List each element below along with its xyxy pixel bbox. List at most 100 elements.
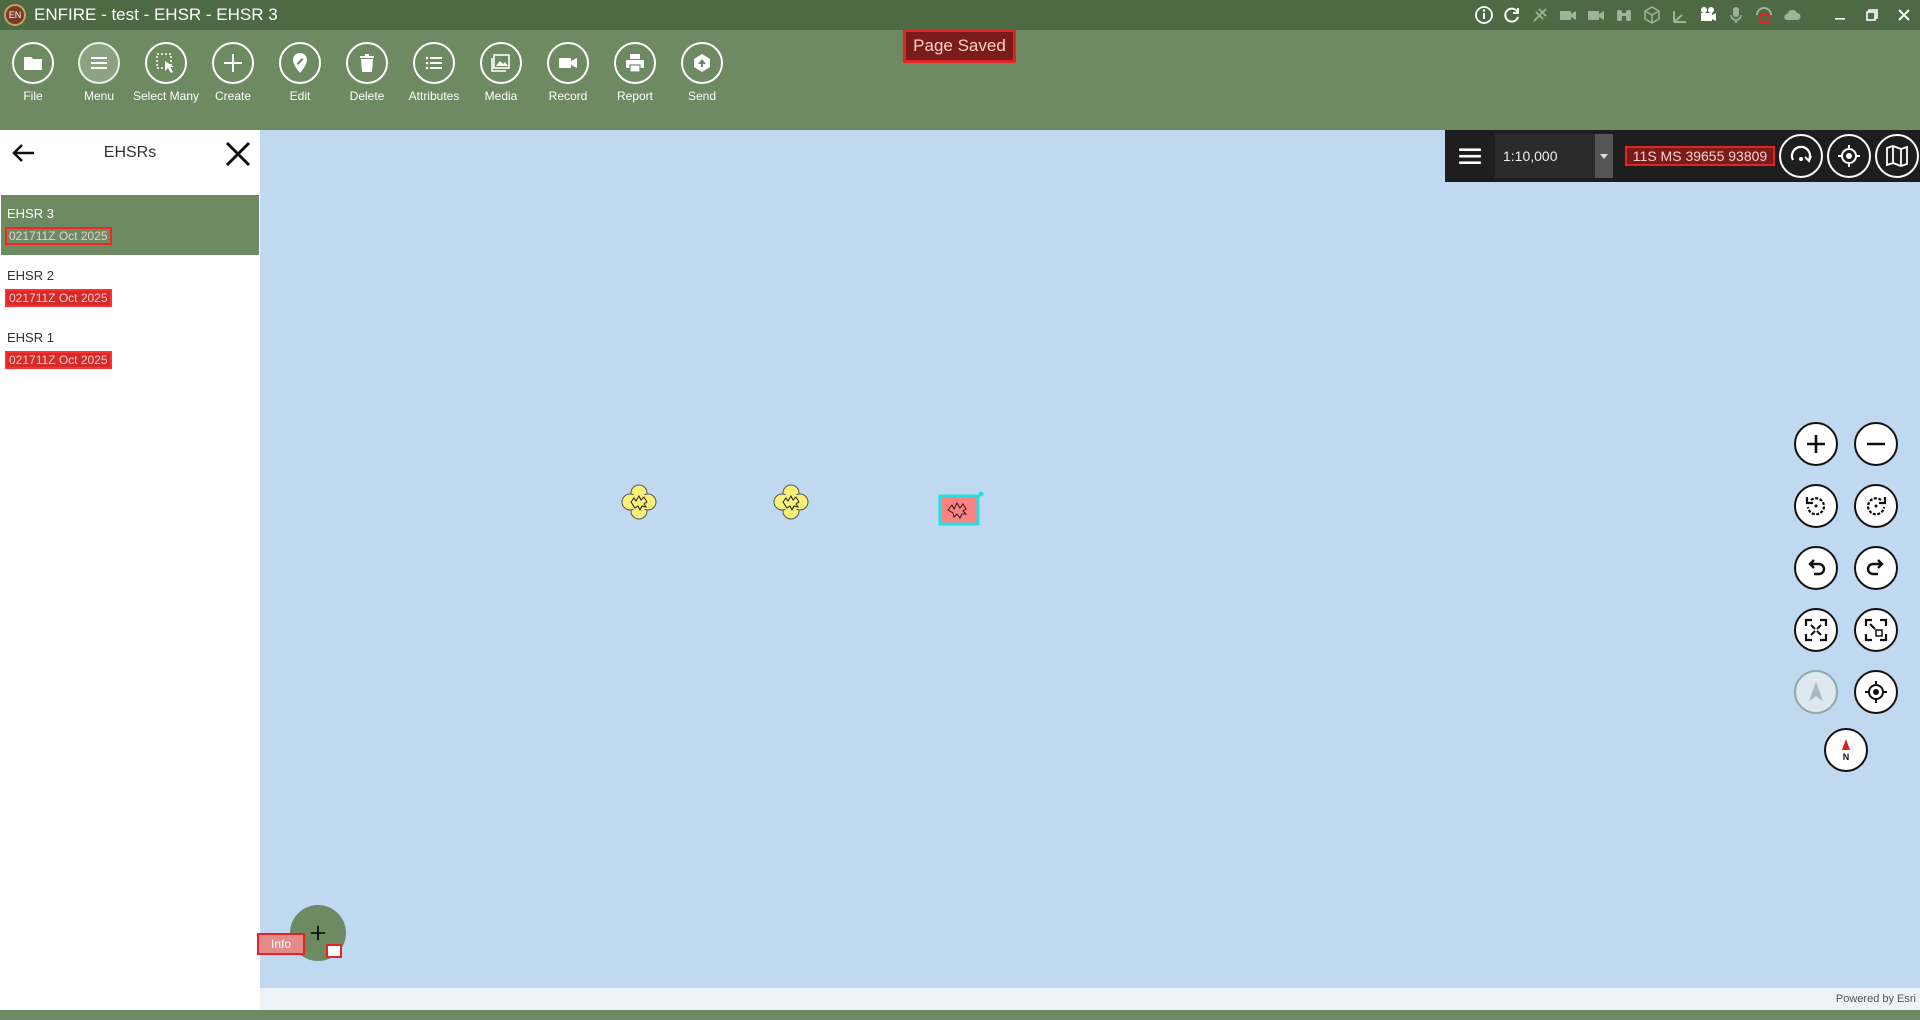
refresh-icon[interactable]: [1498, 3, 1526, 27]
chevron-down-icon: [1600, 154, 1608, 159]
expand-layer-icon: [1864, 618, 1888, 642]
edit-button[interactable]: Edit: [267, 42, 333, 103]
crosshair-icon: [1838, 145, 1860, 167]
sidebar-title: EHSRs: [103, 144, 157, 161]
rotate-cw-icon: [1866, 497, 1887, 516]
rotate-reset-button[interactable]: [1779, 134, 1823, 178]
media-button[interactable]: Media: [468, 42, 534, 103]
cube-icon[interactable]: [1638, 3, 1666, 27]
rotate-right-button[interactable]: [1854, 484, 1898, 528]
bottom-status-bar: [0, 1010, 1920, 1020]
scale-dropdown[interactable]: [1595, 134, 1613, 178]
rotate-arrow-icon: [1790, 145, 1812, 163]
send-button[interactable]: Send: [669, 42, 735, 103]
info-icon[interactable]: [1470, 3, 1498, 27]
redo-icon: [1866, 559, 1884, 576]
esri-attribution: Powered by Esri: [1835, 993, 1916, 1005]
app-logo-icon: EN: [4, 4, 26, 26]
close-window-button[interactable]: [1888, 0, 1920, 30]
plus-icon: [1807, 435, 1825, 453]
delete-button[interactable]: Delete: [334, 42, 400, 103]
navigation-button[interactable]: [1794, 670, 1838, 714]
sidebar-item-ehsr-3[interactable]: EHSR 3 021711Z Oct 2025: [1, 195, 259, 255]
item-name: EHSR 1: [7, 330, 54, 345]
item-name: EHSR 2: [7, 268, 54, 283]
map-book-icon: [1886, 145, 1908, 167]
zoom-out-button[interactable]: [1854, 422, 1898, 466]
navigation-arrow-icon: [1809, 682, 1823, 701]
ehsr-sidebar: EHSRs EHSR 3 021711Z Oct 2025 EHSR 2 021…: [0, 130, 260, 1010]
rotate-left-button[interactable]: [1794, 484, 1838, 528]
rotate-ccw-icon: [1805, 497, 1826, 516]
window-title: ENFIRE - test - EHSR - EHSR 3: [34, 5, 278, 24]
hamburger-icon: [1459, 148, 1481, 165]
printer-icon: [626, 54, 644, 73]
item-date: 021711Z Oct 2025: [5, 351, 112, 369]
folder-icon: [24, 57, 42, 70]
page-saved-toast: Page Saved: [903, 29, 1016, 63]
hazard-symbol-yellow-1[interactable]: [619, 482, 659, 522]
binoculars-icon[interactable]: [1610, 3, 1638, 27]
report-button[interactable]: Report: [602, 42, 668, 103]
fab-mini-marker: [326, 944, 342, 958]
scale-input[interactable]: 1:10,000: [1495, 134, 1595, 178]
axis-icon[interactable]: [1666, 3, 1694, 27]
redo-button[interactable]: [1854, 546, 1898, 590]
undo-icon: [1808, 559, 1826, 576]
coordinate-readout[interactable]: 11S MS 39655 93809: [1625, 146, 1775, 166]
select-many-button[interactable]: Select Many: [133, 42, 199, 103]
gps-target-icon: [1865, 681, 1887, 703]
film-camera-icon[interactable]: [1694, 3, 1722, 27]
video-icon: [559, 58, 577, 68]
restore-button[interactable]: [1856, 0, 1888, 30]
undo-button[interactable]: [1794, 546, 1838, 590]
cloud-icon[interactable]: [1778, 3, 1806, 27]
compass-north-icon: N: [1842, 739, 1850, 762]
basemap-button[interactable]: [1875, 134, 1919, 178]
plus-icon: [224, 54, 242, 72]
expand-extent-icon: [1804, 618, 1828, 642]
camera-icon[interactable]: [1554, 3, 1582, 27]
svg-text:N: N: [1843, 752, 1850, 762]
scale-coordinate-bar: 1:10,000 11S MS 39655 93809: [1445, 130, 1920, 182]
select-many-icon: [156, 53, 174, 73]
sync-alert-icon[interactable]: [1750, 3, 1778, 27]
send-icon: [694, 54, 710, 72]
menu-button[interactable]: Menu: [66, 42, 132, 103]
gps-off-icon[interactable]: [1526, 3, 1554, 27]
gps-locate-button[interactable]: [1854, 670, 1898, 714]
sidebar-header: EHSRs: [0, 130, 260, 176]
item-date: 021711Z Oct 2025: [5, 227, 112, 245]
image-icon: [491, 54, 510, 72]
full-extent-button[interactable]: [1794, 608, 1838, 652]
hazard-symbol-selected[interactable]: [938, 490, 984, 528]
item-name: EHSR 3: [7, 206, 54, 221]
record-button[interactable]: Record: [535, 42, 601, 103]
hazard-symbol-yellow-2[interactable]: [771, 482, 811, 522]
sidebar-item-ehsr-1[interactable]: EHSR 1 021711Z Oct 2025: [1, 319, 259, 379]
close-icon[interactable]: [222, 138, 254, 170]
sidebar-item-ehsr-2[interactable]: EHSR 2 021711Z Oct 2025: [1, 257, 259, 317]
hamburger-icon: [91, 57, 107, 69]
attributes-button[interactable]: Attributes: [401, 42, 467, 103]
item-date: 021711Z Oct 2025: [5, 289, 112, 307]
list-icon: [425, 56, 442, 70]
file-button[interactable]: File: [0, 42, 66, 103]
trash-icon: [360, 54, 374, 72]
locate-button[interactable]: [1827, 134, 1871, 178]
video-camera-icon[interactable]: [1582, 3, 1610, 27]
map-attribution-bar: Powered by Esri: [260, 988, 1920, 1010]
plus-icon: [310, 925, 326, 941]
pin-edit-icon: [293, 53, 307, 73]
zoom-in-button[interactable]: [1794, 422, 1838, 466]
title-bar: EN ENFIRE - test - EHSR - EHSR 3: [0, 0, 1920, 30]
minus-icon: [1867, 442, 1885, 446]
microphone-icon[interactable]: [1722, 3, 1750, 27]
fab-label: Info: [257, 933, 305, 955]
zoom-to-layer-button[interactable]: [1854, 608, 1898, 652]
minimize-button[interactable]: [1824, 0, 1856, 30]
create-button[interactable]: Create: [200, 42, 266, 103]
map-view[interactable]: [260, 130, 1920, 988]
north-arrow-button[interactable]: N: [1824, 728, 1868, 772]
map-menu-button[interactable]: [1445, 130, 1495, 182]
